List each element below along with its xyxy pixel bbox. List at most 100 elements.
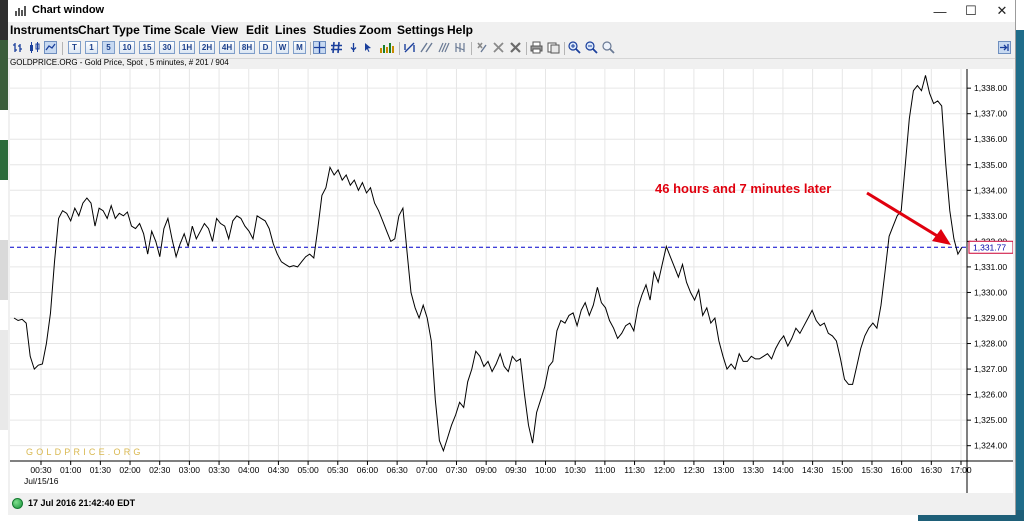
menu-zoom[interactable]: Zoom bbox=[359, 23, 392, 37]
x-tick-label: 15:30 bbox=[861, 465, 883, 475]
x-tick-label: 03:30 bbox=[208, 465, 230, 475]
y-tick-label: 1,327.00 bbox=[974, 364, 1007, 374]
zoom-in-icon[interactable] bbox=[568, 41, 581, 54]
zoom-out-icon[interactable] bbox=[585, 41, 598, 54]
timeframe-10m-button[interactable]: 10 bbox=[119, 41, 135, 54]
x-tick-label: 02:30 bbox=[149, 465, 171, 475]
delete-all-icon[interactable] bbox=[492, 41, 505, 54]
zoom-fit-icon[interactable] bbox=[602, 41, 615, 54]
chart-header: GOLDPRICE.ORG - Gold Price, Spot , 5 min… bbox=[10, 58, 229, 67]
toolbar-separator bbox=[471, 42, 472, 55]
line-chart-icon[interactable] bbox=[44, 41, 57, 54]
x-tick-label: 16:30 bbox=[921, 465, 943, 475]
timeframe-5m-button[interactable]: 5 bbox=[102, 41, 115, 54]
menu-edit[interactable]: Edit bbox=[246, 23, 269, 37]
timeframe-8h-button[interactable]: 8H bbox=[239, 41, 255, 54]
toolbar-separator bbox=[399, 42, 400, 55]
x-tick-label: 01:30 bbox=[90, 465, 112, 475]
x-tick-label: 11:30 bbox=[624, 465, 645, 475]
y-tick-label: 1,325.00 bbox=[974, 415, 1007, 425]
price-chart[interactable]: 00:30 01:00 01:30 02:00 02:30 03:00 03:30 04:00… bbox=[10, 69, 1014, 493]
menu-instruments[interactable]: Instruments bbox=[10, 23, 79, 37]
fibonacci-icon[interactable] bbox=[437, 41, 450, 54]
cursor-icon[interactable] bbox=[362, 41, 375, 54]
plot-background bbox=[10, 69, 967, 461]
title-bar: Chart window — ☐ ✕ bbox=[8, 0, 1015, 22]
toolbar-separator bbox=[62, 42, 63, 55]
x-tick-label: 05:30 bbox=[327, 465, 349, 475]
x-tick-label: 14:30 bbox=[802, 465, 824, 475]
x-tick-label: 07:30 bbox=[446, 465, 468, 475]
timeframe-15m-button[interactable]: 15 bbox=[139, 41, 155, 54]
bar-chart-icon[interactable] bbox=[12, 41, 25, 54]
watermark: GOLDPRICE.ORG bbox=[26, 447, 144, 457]
x-tick-label: 12:00 bbox=[654, 465, 676, 475]
x-tick-label: 10:00 bbox=[535, 465, 557, 475]
chart-window: Chart window — ☐ ✕ Instruments Chart Typ… bbox=[8, 0, 1016, 515]
y-tick-label: 1,335.00 bbox=[974, 160, 1007, 170]
marker-icon[interactable] bbox=[347, 41, 360, 54]
y-tick-label: 1,331.00 bbox=[974, 262, 1007, 272]
volume-icon[interactable] bbox=[379, 41, 395, 54]
timeframe-weekly-button[interactable]: W bbox=[276, 41, 289, 54]
y-tick-label: 1,329.00 bbox=[974, 313, 1007, 323]
x-tick-label: 17:00 bbox=[950, 465, 972, 475]
delete-selected-icon[interactable] bbox=[475, 41, 488, 54]
candlestick-icon[interactable] bbox=[28, 41, 41, 54]
y-tick-label: 1,334.00 bbox=[974, 185, 1007, 195]
timeframe-2h-button[interactable]: 2H bbox=[199, 41, 215, 54]
timeframe-30m-button[interactable]: 30 bbox=[159, 41, 175, 54]
timeframe-1m-button[interactable]: 1 bbox=[85, 41, 98, 54]
trendline-icon[interactable] bbox=[403, 41, 416, 54]
menu-studies[interactable]: Studies bbox=[313, 23, 356, 37]
y-tick-label: 1,337.00 bbox=[974, 109, 1007, 119]
toolbar-separator bbox=[526, 42, 527, 55]
x-tick-label: 14:00 bbox=[772, 465, 794, 475]
copy-icon[interactable] bbox=[547, 41, 560, 54]
cycle-lines-icon[interactable] bbox=[454, 41, 467, 54]
y-tick-label: 1,333.00 bbox=[974, 211, 1007, 221]
x-tick-label: 13:30 bbox=[743, 465, 765, 475]
background-desktop-right bbox=[1016, 30, 1024, 521]
menu-lines[interactable]: Lines bbox=[275, 23, 306, 37]
x-tick-label: 07:00 bbox=[416, 465, 438, 475]
toolbar: T 1 5 10 15 30 1H 2H 4H 8H D W M bbox=[8, 39, 1015, 59]
timeframe-monthly-button[interactable]: M bbox=[293, 41, 306, 54]
menu-view[interactable]: View bbox=[211, 23, 238, 37]
status-bar: 17 Jul 2016 21:42:40 EDT bbox=[8, 493, 1015, 515]
x-tick-label: 06:00 bbox=[357, 465, 379, 475]
x-tick-label: 15:00 bbox=[832, 465, 854, 475]
x-tick-label: 06:30 bbox=[386, 465, 408, 475]
y-tick-label: 1,328.00 bbox=[974, 339, 1007, 349]
x-tick-label: 12:30 bbox=[683, 465, 705, 475]
grid-icon[interactable] bbox=[330, 41, 343, 54]
chart-app-icon bbox=[15, 6, 26, 16]
timeframe-1h-button[interactable]: 1H bbox=[179, 41, 195, 54]
x-tick-label: 11:00 bbox=[595, 465, 616, 475]
crosshair-icon[interactable] bbox=[313, 41, 326, 54]
menu-help[interactable]: Help bbox=[447, 23, 473, 37]
parallel-lines-icon[interactable] bbox=[420, 41, 433, 54]
toolbar-separator bbox=[310, 42, 311, 55]
timeframe-tick-button[interactable]: T bbox=[68, 41, 81, 54]
x-tick-label: 04:00 bbox=[238, 465, 260, 475]
x-tick-label: 03:00 bbox=[179, 465, 201, 475]
print-icon[interactable] bbox=[530, 41, 543, 54]
toolbar-separator bbox=[564, 42, 565, 55]
close-chart-icon[interactable] bbox=[509, 41, 522, 54]
y-tick-label: 1,338.00 bbox=[974, 83, 1007, 93]
timeframe-4h-button[interactable]: 4H bbox=[219, 41, 235, 54]
menu-time-scale[interactable]: Time Scale bbox=[143, 23, 205, 37]
connection-status-icon bbox=[12, 498, 23, 509]
settings-icon[interactable] bbox=[998, 41, 1011, 54]
window-title: Chart window bbox=[32, 4, 105, 16]
chart-area[interactable]: 00:30 01:00 01:30 02:00 02:30 03:00 03:30 04:00… bbox=[10, 69, 1014, 493]
x-tick-label: 00:30 bbox=[30, 465, 52, 475]
menu-settings[interactable]: Settings bbox=[397, 23, 444, 37]
timeframe-daily-button[interactable]: D bbox=[259, 41, 272, 54]
x-tick-label: 10:30 bbox=[565, 465, 587, 475]
price-badge: 1,331.77 bbox=[973, 242, 1006, 252]
x-tick-label: 16:00 bbox=[891, 465, 913, 475]
menu-chart-type[interactable]: Chart Type bbox=[78, 23, 140, 37]
close-button[interactable]: ✕ bbox=[982, 0, 1022, 22]
